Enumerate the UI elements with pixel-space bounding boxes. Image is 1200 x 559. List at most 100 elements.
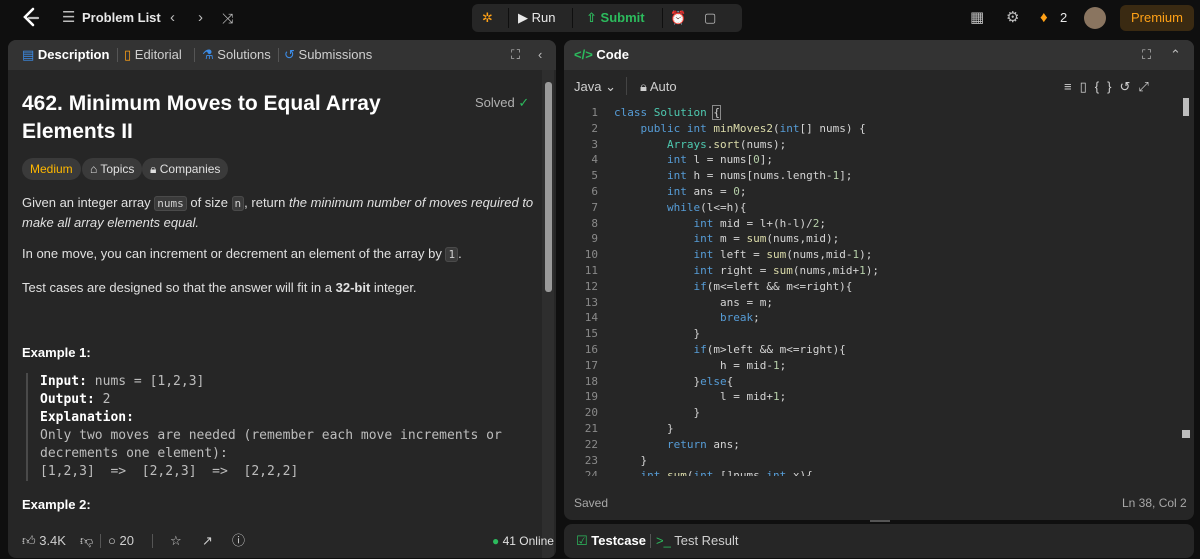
description-panel: ▤ Description ▯ Editorial ⚗ Solutions ↺ … xyxy=(8,40,556,558)
line-number: 9 xyxy=(591,232,598,246)
layout-icon[interactable]: ▦ xyxy=(970,0,984,36)
code-line: } xyxy=(614,406,701,420)
logo-icon[interactable] xyxy=(20,0,40,41)
cursor-position: Ln 38, Col 2 xyxy=(1122,496,1187,510)
like-button[interactable]: 👍︎ 3.4K xyxy=(22,524,66,558)
online-dot-icon: ● xyxy=(492,534,500,548)
problem-statement: Given an integer array nums of size n, r… xyxy=(22,195,534,230)
tab-solutions[interactable]: ⚗ Solutions xyxy=(202,40,271,70)
expand-code-icon[interactable]: ⛶ xyxy=(1142,40,1151,70)
timer-icon[interactable]: ⏰ xyxy=(670,4,686,32)
example-1-heading: Example 1: xyxy=(22,345,91,360)
thumbs-down-icon[interactable]: 👎︎ xyxy=(80,524,93,558)
tab-description[interactable]: ▤ Description xyxy=(22,40,109,70)
code-line: } xyxy=(614,422,674,435)
braces-icon[interactable]: {} xyxy=(1095,79,1120,94)
code-line: h = mid-1; xyxy=(614,358,787,372)
book-icon: ▯ xyxy=(124,47,132,62)
example-1-block: Input: nums = [1,2,3] Output: 2 Explanat… xyxy=(26,373,536,481)
tab-code[interactable]: </> Code xyxy=(574,40,629,70)
reset-icon[interactable]: ↺ xyxy=(1119,79,1138,94)
code-line: if(m>left && m<=right){ xyxy=(693,343,846,356)
code-line: int h = nums[nums.length-1]; xyxy=(666,169,853,183)
constraint-note: Test cases are designed so that the answ… xyxy=(22,280,417,295)
shuffle-icon[interactable]: ⤨ xyxy=(222,0,233,36)
line-number: 12 xyxy=(584,279,598,293)
line-number: 24 xyxy=(584,469,598,476)
code-scrollbar[interactable] xyxy=(1180,98,1192,518)
code-line: if(m<=left && m<=right){ xyxy=(693,279,853,293)
settings-icon[interactable]: ⚙ xyxy=(1006,0,1019,36)
online-count: ● 41 Online xyxy=(492,534,554,548)
streak-fire-icon[interactable]: ♦ xyxy=(1040,0,1048,36)
line-number: 10 xyxy=(584,248,598,262)
chevron-down-icon: ⌄ xyxy=(605,79,616,94)
description-scrollbar[interactable] xyxy=(542,70,554,558)
line-number: 17 xyxy=(584,358,598,372)
fullscreen-icon[interactable]: ⤢ xyxy=(1138,79,1156,94)
share-icon[interactable]: ↗ xyxy=(202,524,213,558)
lock-icon: 🔒︎ xyxy=(150,162,157,176)
premium-button[interactable]: Premium xyxy=(1120,5,1194,31)
auto-mode[interactable]: 🔒︎ Auto xyxy=(640,76,677,98)
problem-list-link[interactable]: Problem List xyxy=(82,0,161,36)
line-number: 20 xyxy=(584,406,598,420)
line-number: 13 xyxy=(584,295,598,309)
star-icon[interactable]: ☆ xyxy=(170,524,182,558)
avatar[interactable] xyxy=(1084,7,1106,29)
collapse-icon[interactable]: ‹ xyxy=(538,40,542,70)
code-line: } xyxy=(614,327,701,341)
code-line: return ans; xyxy=(666,437,740,451)
line-number: 16 xyxy=(584,343,598,356)
editor-toolbar: ≡▯{}↺⤢ xyxy=(1064,76,1157,98)
debug-icon[interactable]: ✲ xyxy=(482,4,493,32)
difficulty-badge[interactable]: Medium xyxy=(22,158,81,180)
line-number: 22 xyxy=(584,437,598,451)
code-panel: </> Code ⛶ ⌃ Java ⌄ 🔒︎ Auto ≡▯{}↺⤢ 12345… xyxy=(564,40,1194,520)
comments-button[interactable]: ○ 20 xyxy=(108,524,134,558)
tab-test-result[interactable]: >_ Test Result xyxy=(656,524,739,558)
line-number: 19 xyxy=(584,390,598,404)
tag-icon: ⌂ xyxy=(90,162,98,176)
document-icon: ▤ xyxy=(22,47,35,62)
code-line: }else{ xyxy=(614,374,734,388)
companies-chip[interactable]: 🔒︎ Companies xyxy=(142,158,229,180)
code-line: ans = m; xyxy=(614,295,773,309)
code-line: while(l<=h){ xyxy=(666,200,747,214)
tab-editorial[interactable]: ▯ Editorial xyxy=(124,40,182,70)
submit-button[interactable]: ⇧ Submit xyxy=(586,4,645,32)
line-number: 3 xyxy=(591,137,598,151)
help-icon[interactable]: ⓘ xyxy=(232,524,245,558)
code-line: break; xyxy=(719,311,760,325)
language-select[interactable]: Java ⌄ xyxy=(574,76,616,98)
lock-icon: 🔒︎ xyxy=(640,79,647,94)
code-editor[interactable]: 1 2 3 4 5 6 7 8 9 10 11 12 13 14 15 16 17 18 19 20 21 22 23 24 … xyxy=(564,104,1178,476)
expand-icon[interactable]: ⛶ xyxy=(511,40,520,70)
code-line: int left = sum(nums,mid-1); xyxy=(693,248,873,262)
thumbs-up-icon: 👍︎ xyxy=(22,533,36,548)
line-number: 1 xyxy=(591,106,598,119)
code-line: l = mid+1; xyxy=(614,390,787,404)
line-number: 18 xyxy=(584,374,598,388)
next-problem-icon[interactable]: › xyxy=(198,0,203,36)
bookmark-icon[interactable]: ▯ xyxy=(1080,79,1095,94)
solved-status: Solved ✓ xyxy=(475,95,530,110)
code-line: int l = nums[0]; xyxy=(666,153,773,167)
prev-problem-icon[interactable]: ‹ xyxy=(170,0,175,36)
topics-chip[interactable]: ⌂ Topics xyxy=(82,158,143,180)
tab-submissions[interactable]: ↺ Submissions xyxy=(284,40,372,70)
line-number: 4 xyxy=(591,153,598,167)
line-number: 11 xyxy=(584,264,598,277)
line-number: 7 xyxy=(591,200,598,214)
test-panel: ☑ Testcase >_ Test Result xyxy=(564,524,1194,558)
resize-handle[interactable] xyxy=(870,520,890,522)
note-icon[interactable]: ▢ xyxy=(704,4,716,32)
format-icon[interactable]: ≡ xyxy=(1064,79,1080,94)
tab-testcase[interactable]: ☑ Testcase xyxy=(576,524,646,558)
run-submit-group: ✲ ▶ Run ⇧ Submit ⏰ ▢ xyxy=(472,4,742,32)
list-icon[interactable]: ☰ xyxy=(62,0,75,36)
chevron-up-icon[interactable]: ⌃ xyxy=(1170,40,1181,70)
run-button[interactable]: ▶ Run xyxy=(518,4,555,32)
code-line: int sum(int []nums,int x){ xyxy=(640,469,813,476)
code-tabs: </> Code ⛶ ⌃ xyxy=(564,40,1194,70)
